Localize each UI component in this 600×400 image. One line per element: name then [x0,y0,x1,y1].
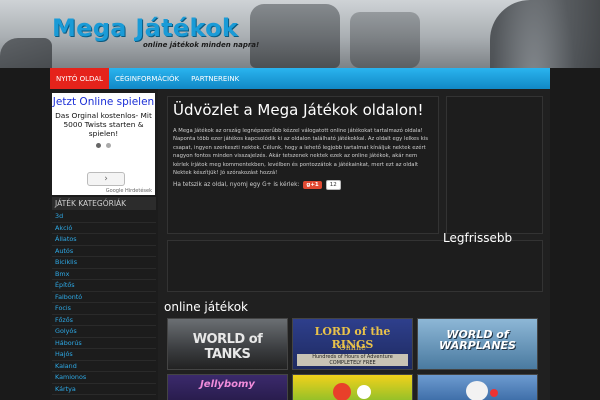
robot-artwork-center [250,4,340,68]
game-tile-label: Jellybomy [200,379,255,390]
game-art [333,383,351,400]
main-nav: NYITÓ OLDAL CÉGINFORMÁCIÓK PARTNEREINK [50,68,550,89]
robot-artwork-left [0,38,52,68]
game-art [466,381,488,400]
game-tile-label: WORLD of TANKS [192,332,263,362]
robot-artwork-center-2 [350,12,420,68]
category-link[interactable]: Bmx [52,269,156,280]
game-art [357,385,371,399]
category-link[interactable]: Állatos [52,234,156,246]
category-link[interactable]: Hajós [52,349,156,361]
gplus-count: 12 [325,180,341,191]
ad-next-button[interactable]: › [87,172,125,186]
category-link[interactable]: Akció [52,223,156,234]
category-link[interactable]: Háborús [52,338,156,349]
ad-pager-dot[interactable] [96,143,101,148]
gplus-row: Ha tetszik az oldal, nyomj egy G+ is kér… [173,180,433,191]
robot-artwork-right [490,0,600,68]
categories-heading: JÁTÉK KATEGÓRIÁK [52,197,156,210]
game-tile-lord-of-the-rings[interactable]: LORD of the RINGS Online Hundreds of Hou… [292,318,413,370]
game-tile-sublabel: Online [339,343,366,352]
ad-text: Das Orginal kostenlos- Mit 5000 Twists s… [55,111,152,138]
game-tile-world-of-warplanes[interactable]: WORLD of WARPLANES [417,318,538,370]
welcome-title: Üdvözlet a Mega Játékok oldalon! [173,101,424,119]
site-logo[interactable]: Mega Játékok [52,14,238,42]
games-heading: online játékok [164,300,249,314]
category-list: 3d Akció Állatos Autós Biciklis Bmx Épít… [52,211,156,395]
game-tile-jellybomy[interactable]: Jellybomy [167,374,288,400]
category-link[interactable]: 3d [52,211,156,223]
category-link[interactable]: Focis [52,303,156,315]
category-link[interactable]: Építős [52,280,156,292]
game-tile-banner: Hundreds of Hours of Adventure COMPLETEL… [297,354,408,366]
category-link[interactable]: Kamionos [52,372,156,384]
nav-item-home[interactable]: NYITÓ OLDAL [50,68,109,89]
main-area: Jetzt Online spielen Das Orginal kostenl… [50,89,550,400]
game-tile[interactable] [417,374,538,400]
ad-pager [52,143,155,148]
category-link[interactable]: Kaland [52,361,156,372]
game-grid: WORLD of TANKS LORD of the RINGS Online … [167,318,543,400]
welcome-body: A Mega Játékok az ország legnépszerűbb k… [173,128,429,177]
banner-box [167,240,543,292]
game-tile-label: WORLD of WARPLANES [439,328,516,352]
nav-item-partners[interactable]: PARTNEREINK [185,68,245,89]
category-link[interactable]: Főzős [52,315,156,326]
category-link[interactable]: Autós [52,246,156,257]
welcome-box: Üdvözlet a Mega Játékok oldalon! A Mega … [167,96,439,234]
sidebar: Jetzt Online spielen Das Orginal kostenl… [50,89,158,400]
category-link[interactable]: Falbontó [52,292,156,303]
ad-title[interactable]: Jetzt Online spielen [52,96,155,108]
gplus-prompt: Ha tetszik az oldal, nyomj egy G+ is kér… [173,182,300,189]
nav-item-company-info[interactable]: CÉGINFORMÁCIÓK [109,68,185,89]
category-link[interactable]: Kártya [52,384,156,395]
game-tile-world-of-tanks[interactable]: WORLD of TANKS [167,318,288,370]
game-art [490,389,498,397]
site-tagline: online játékok minden napra! [143,41,260,49]
google-ad[interactable]: Jetzt Online spielen Das Orginal kostenl… [52,93,155,195]
game-tile[interactable] [292,374,413,400]
ad-pager-dot[interactable] [106,143,111,148]
side-widget-box [446,96,543,234]
latest-heading: Legfrissebb [443,231,513,245]
category-link[interactable]: Biciklis [52,257,156,269]
site-header: Mega Játékok online játékok minden napra… [0,0,600,68]
category-link[interactable]: Golyós [52,326,156,338]
gplus-button[interactable]: g+1 [303,181,322,190]
ad-footer: Google Hirdetések [105,188,152,194]
